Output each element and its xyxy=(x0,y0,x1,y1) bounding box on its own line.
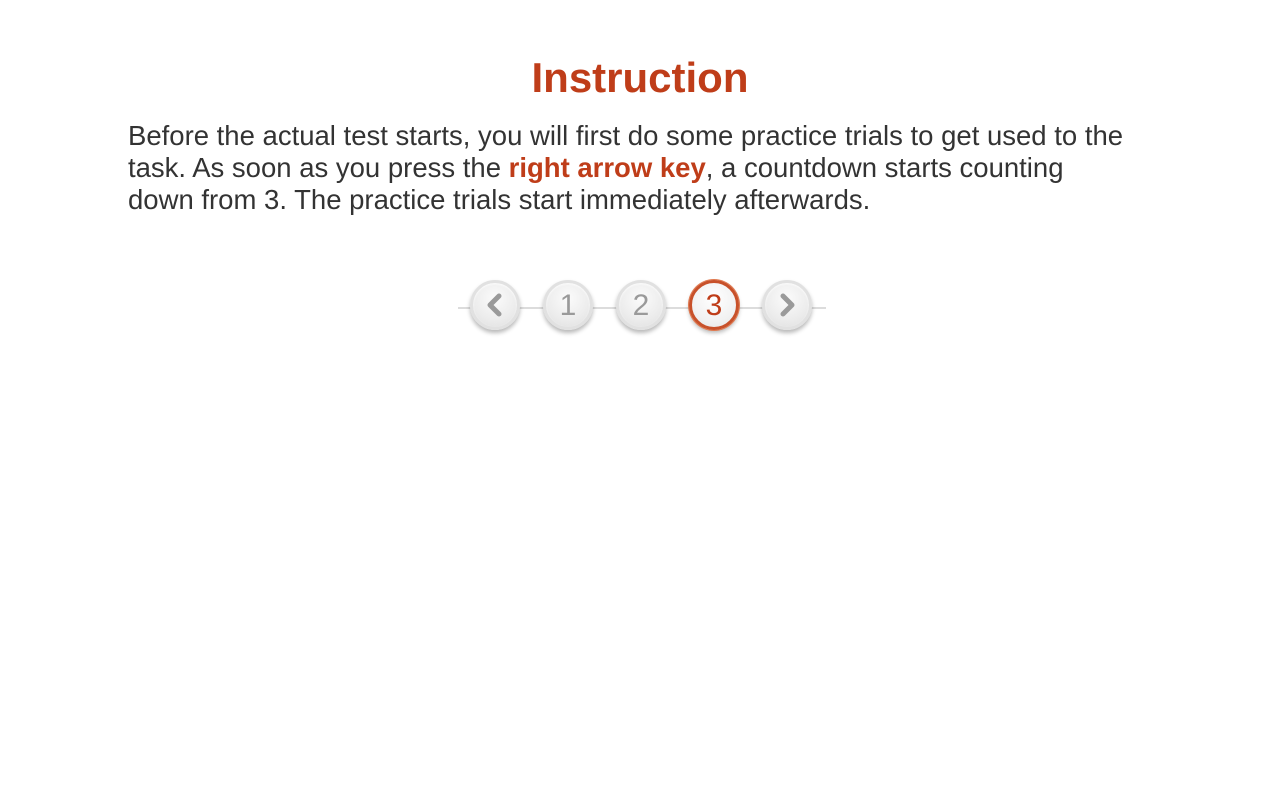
instruction-highlight-key: right arrow key xyxy=(508,152,706,183)
instruction-text: Before the actual test starts, you will … xyxy=(128,120,1128,216)
page-button-2[interactable]: 2 xyxy=(616,280,666,330)
page-number-3: 3 xyxy=(705,289,723,322)
chevron-left-icon xyxy=(484,292,506,318)
instruction-page: Instruction Before the actual test start… xyxy=(0,0,1280,800)
page-button-1[interactable]: 1 xyxy=(543,280,593,330)
page-number-2: 2 xyxy=(632,289,650,322)
page-button-3-current[interactable]: 3 xyxy=(689,280,739,330)
page-number-1: 1 xyxy=(559,289,577,322)
next-page-button[interactable] xyxy=(762,280,812,330)
prev-page-button[interactable] xyxy=(470,280,520,330)
chevron-right-icon xyxy=(776,292,798,318)
page-navigator: 1 2 3 xyxy=(458,280,826,336)
page-title: Instruction xyxy=(531,54,749,101)
